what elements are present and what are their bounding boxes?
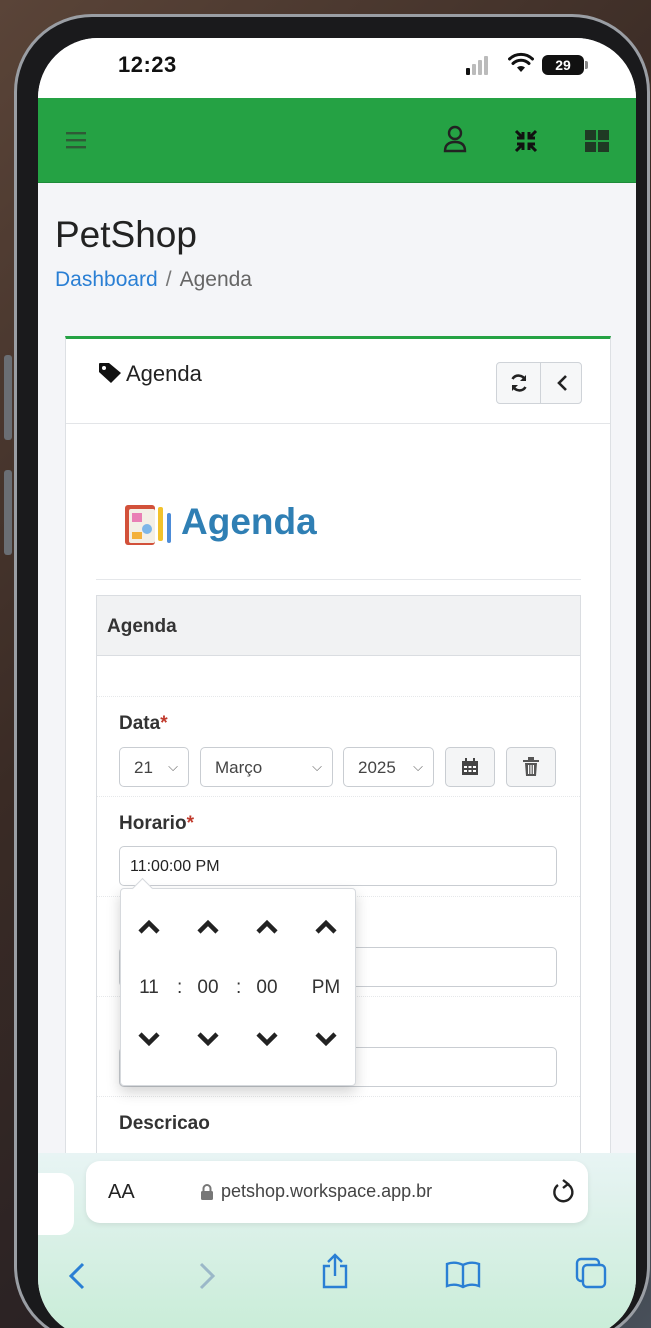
- status-bar: 12:23 29: [38, 38, 636, 98]
- phone-silent-switch: [4, 355, 12, 440]
- second-value[interactable]: 00: [247, 977, 287, 999]
- bookmarks-button[interactable]: [445, 1261, 481, 1294]
- panel-title: Agenda: [97, 596, 580, 656]
- calendar-button[interactable]: [445, 747, 495, 787]
- minute-decrement[interactable]: [188, 1031, 228, 1052]
- descricao-label: Descricao: [119, 1113, 210, 1134]
- minute-increment[interactable]: [188, 919, 228, 940]
- meridian-toggle-up[interactable]: [306, 919, 346, 940]
- phone-volume-button: [4, 470, 12, 555]
- time-separator: :: [177, 977, 183, 998]
- breadcrumb-dashboard-link[interactable]: Dashboard: [55, 268, 158, 291]
- url-text[interactable]: petshop.workspace.app.br: [221, 1181, 432, 1202]
- breadcrumb-current: Agenda: [179, 268, 252, 291]
- forward-nav-button[interactable]: [198, 1261, 216, 1296]
- time-separator: :: [236, 977, 242, 998]
- menu-icon[interactable]: [66, 131, 88, 154]
- agenda-emoji-icon: [125, 505, 171, 545]
- card-tools: [496, 362, 582, 404]
- breadcrumb-separator: /: [165, 268, 172, 291]
- reload-button[interactable]: [550, 1177, 576, 1210]
- chevron-down-icon: ⌵: [168, 759, 178, 774]
- text-size-button[interactable]: AA: [108, 1181, 135, 1204]
- card-title: Agenda: [98, 361, 202, 387]
- previous-tab-peek[interactable]: [38, 1173, 74, 1235]
- reload-icon: [553, 1179, 574, 1203]
- chevron-left-icon: [68, 1262, 85, 1290]
- share-icon: [322, 1253, 348, 1289]
- battery-indicator: 29: [542, 55, 588, 75]
- chevron-up-icon: [315, 919, 337, 934]
- heading-text: Agenda: [181, 501, 317, 542]
- hour-value[interactable]: 11: [129, 977, 169, 999]
- refresh-icon: [510, 374, 527, 392]
- year-select[interactable]: 2025 ⌵: [343, 747, 434, 787]
- tag-icon: [99, 363, 121, 383]
- horario-input[interactable]: 11:00:00 PM: [119, 846, 557, 886]
- phone-screen: 12:23 29 PetShop Dashboard/Agenda Agen: [38, 38, 636, 1328]
- card-title-text: Agenda: [126, 361, 202, 386]
- chevron-right-icon: [199, 1262, 216, 1290]
- chevron-down-icon: [197, 1032, 219, 1047]
- trash-icon: [523, 757, 539, 776]
- lock-icon: [201, 1184, 213, 1200]
- back-nav-button[interactable]: [68, 1261, 86, 1296]
- refresh-button[interactable]: [497, 363, 540, 403]
- month-select[interactable]: Março ⌵: [200, 747, 333, 787]
- chevron-down-icon: ⌵: [413, 759, 423, 774]
- second-decrement[interactable]: [247, 1031, 287, 1052]
- clear-date-button[interactable]: [506, 747, 556, 787]
- page-title: PetShop: [55, 214, 197, 255]
- bookmarks-icon: [445, 1261, 481, 1289]
- breadcrumb: Dashboard / Agenda: [55, 268, 252, 292]
- divider: [96, 579, 581, 580]
- data-row: Data* 21 ⌵ Março ⌵ 2025 ⌵: [97, 696, 580, 796]
- chevron-up-icon: [138, 919, 160, 934]
- meridian-toggle-down[interactable]: [306, 1031, 346, 1052]
- tabs-icon: [575, 1257, 607, 1289]
- card-header: Agenda: [66, 339, 610, 424]
- user-icon[interactable]: [443, 125, 467, 158]
- signal-icon: [466, 56, 490, 75]
- compress-icon[interactable]: [513, 128, 539, 159]
- share-button[interactable]: [320, 1253, 350, 1294]
- chevron-up-icon: [256, 919, 278, 934]
- app-navbar: [38, 98, 636, 183]
- meridian-value[interactable]: PM: [306, 977, 346, 999]
- data-label: Data*: [119, 713, 168, 734]
- hour-increment[interactable]: [129, 919, 169, 940]
- time-picker: 11 : 00 : 00 PM: [120, 888, 356, 1086]
- horario-row: Horario* 11:00:00 PM: [97, 796, 580, 896]
- browser-toolbar: AA petshop.workspace.app.br: [38, 1153, 636, 1328]
- status-time: 12:23: [118, 52, 177, 77]
- minute-value[interactable]: 00: [188, 977, 228, 999]
- wifi-icon: [508, 52, 534, 79]
- chevron-up-icon: [197, 919, 219, 934]
- chevron-down-icon: [138, 1032, 160, 1047]
- chevron-down-icon: [315, 1032, 337, 1047]
- tabs-button[interactable]: [575, 1257, 607, 1294]
- chevron-down-icon: ⌵: [312, 759, 322, 774]
- calendar-icon: [462, 758, 478, 775]
- second-increment[interactable]: [247, 919, 287, 940]
- back-button[interactable]: [540, 363, 583, 403]
- back-icon: [557, 375, 567, 391]
- day-select[interactable]: 21 ⌵: [119, 747, 189, 787]
- chevron-down-icon: [256, 1032, 278, 1047]
- address-bar[interactable]: AA petshop.workspace.app.br: [86, 1161, 588, 1223]
- grid-icon[interactable]: [585, 130, 609, 157]
- horario-label: Horario*: [119, 813, 194, 834]
- hour-decrement[interactable]: [129, 1031, 169, 1052]
